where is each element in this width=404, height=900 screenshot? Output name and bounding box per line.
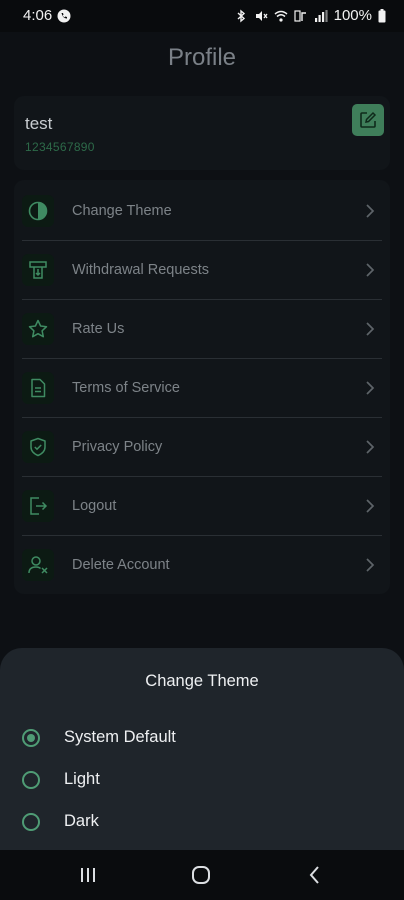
- menu-item-label: Privacy Policy: [72, 439, 163, 455]
- radio-unselected[interactable]: [22, 771, 40, 789]
- shield-check-icon: [30, 437, 46, 457]
- option-label: Dark: [64, 812, 99, 830]
- status-bar: 4:06 100%: [0, 0, 404, 32]
- status-left: 4:06: [23, 7, 71, 24]
- home-icon: [192, 866, 210, 884]
- battery-icon: [378, 8, 386, 22]
- recents-icon: [81, 868, 95, 882]
- profile-phone: 1234567890: [25, 140, 95, 154]
- menu-item-label: Logout: [72, 498, 117, 514]
- icon-box: [22, 431, 54, 463]
- chevron-right-icon: [366, 381, 375, 395]
- back-button[interactable]: [302, 862, 328, 888]
- battery-percent: 100%: [333, 7, 372, 24]
- theme-icon: [28, 201, 48, 221]
- edit-icon: [360, 111, 377, 128]
- theme-option-light[interactable]: Light: [22, 766, 382, 802]
- chevron-right-icon: [366, 204, 375, 218]
- sheet-title: Change Theme: [145, 672, 259, 690]
- bluetooth-icon: [237, 9, 245, 22]
- chevron-right-icon: [366, 263, 375, 277]
- chevron-right-icon: [366, 499, 375, 513]
- star-icon: [28, 319, 48, 338]
- status-right: 100%: [234, 7, 386, 24]
- icon-box: [22, 313, 54, 345]
- menu-item-label: Delete Account: [72, 557, 170, 573]
- icon-box: [22, 549, 54, 581]
- menu-item-label: Change Theme: [72, 203, 172, 219]
- logout-icon: [30, 497, 48, 515]
- page-title: Profile: [167, 44, 237, 71]
- recent-apps-button[interactable]: [75, 862, 101, 888]
- menu-item-delete-account[interactable]: Delete Account: [14, 536, 390, 595]
- menu-item-terms-of-service[interactable]: Terms of Service: [14, 359, 390, 418]
- chevron-right-icon: [366, 322, 375, 336]
- radio-selected[interactable]: [22, 729, 40, 747]
- call-icon: [57, 9, 71, 22]
- home-button[interactable]: [188, 862, 214, 888]
- menu-item-label: Terms of Service: [72, 380, 180, 396]
- withdrawal-icon: [29, 261, 47, 279]
- option-label: Light: [64, 770, 100, 788]
- menu-item-withdrawal-requests[interactable]: Withdrawal Requests: [14, 241, 390, 300]
- menu-item-label: Rate Us: [72, 321, 125, 337]
- theme-bottom-sheet: Change Theme System Default Light Dark: [0, 648, 404, 850]
- settings-menu: Change Theme Withdrawal Requests Rate Us…: [14, 180, 390, 594]
- system-nav-bar: [0, 850, 404, 900]
- menu-item-label: Withdrawal Requests: [72, 262, 209, 278]
- user-remove-icon: [28, 556, 48, 574]
- icon-box: [22, 372, 54, 404]
- theme-option-dark[interactable]: Dark: [22, 808, 382, 844]
- wifi-icon: [274, 10, 288, 22]
- app-header: Profile: [0, 32, 404, 84]
- menu-item-change-theme[interactable]: Change Theme: [14, 182, 390, 241]
- icon-box: [22, 254, 54, 286]
- icon-box: [22, 195, 54, 227]
- status-time: 4:06: [23, 7, 53, 24]
- option-label: System Default: [64, 728, 176, 746]
- mute-icon: [255, 10, 268, 21]
- back-icon: [309, 866, 319, 884]
- chevron-right-icon: [366, 558, 375, 572]
- menu-item-rate-us[interactable]: Rate Us: [14, 300, 390, 359]
- radio-unselected[interactable]: [22, 813, 40, 831]
- chevron-right-icon: [366, 440, 375, 454]
- theme-option-system-default[interactable]: System Default: [22, 724, 382, 760]
- document-icon: [31, 378, 46, 398]
- icon-box: [22, 490, 54, 522]
- profile-name: test: [25, 114, 53, 133]
- edit-profile-button[interactable]: [352, 104, 384, 136]
- menu-item-privacy-policy[interactable]: Privacy Policy: [14, 418, 390, 477]
- signal-icon: [314, 9, 328, 22]
- menu-item-logout[interactable]: Logout: [14, 477, 390, 536]
- profile-card: test 1234567890: [14, 96, 390, 170]
- volte-icon: [294, 9, 306, 22]
